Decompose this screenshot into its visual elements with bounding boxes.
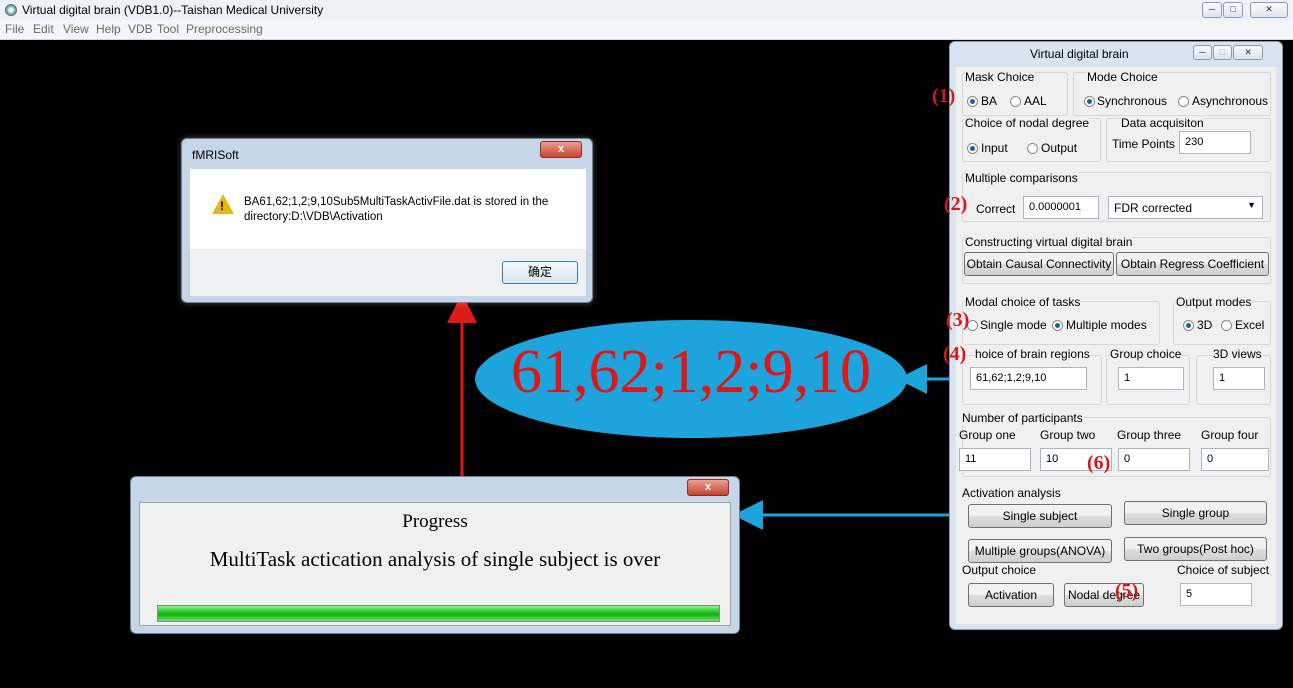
progress-bar-fill (158, 606, 719, 621)
group-one-input[interactable]: 11 (959, 448, 1031, 471)
choice-of-subject-label: Choice of subject (1177, 563, 1270, 577)
progress-message: MultiTask actication analysis of single … (209, 547, 661, 571)
output-excel-label: Excel (1235, 318, 1265, 332)
progress-title: Progress (402, 511, 468, 532)
output-3d-radio[interactable] (1183, 320, 1194, 331)
dialog-body: ! BA61,62;1,2;9,10Sub5MultiTaskActivFile… (190, 169, 586, 249)
data-acquisition-label: Data acquisiton (1121, 116, 1204, 130)
output-modes-label: Output modes (1176, 295, 1252, 309)
group-four-label: Group four (1201, 428, 1259, 442)
nodal-degree-label: Choice of nodal degree (965, 116, 1090, 130)
obtain-regress-coefficient-button[interactable]: Obtain Regress Coefficient (1116, 252, 1269, 276)
dialog-message: BA61,62;1,2;9,10Sub5MultiTaskActivFile.d… (244, 196, 549, 223)
regions-callout: 61,62;1,2;9,10 (475, 320, 907, 438)
mode-asynchronous-label: Asynchronous (1192, 94, 1269, 108)
correction-method-select[interactable]: FDR corrected ▼ (1108, 196, 1263, 219)
mode-synchronous-label: Synchronous (1097, 94, 1168, 108)
regions-callout-text: 61,62;1,2;9,10 (511, 338, 871, 406)
correct-label: Correct (976, 202, 1016, 216)
progress-close-button[interactable]: x (687, 479, 729, 496)
two-groups-posthoc-button[interactable]: Two groups(Post hoc) (1124, 537, 1267, 561)
correct-input[interactable]: 0.0000001 (1023, 196, 1099, 219)
mask-ba-label: BA (981, 94, 998, 108)
nodal-output-label: Output (1041, 141, 1078, 155)
brain-regions-label: hoice of brain regions (975, 347, 1090, 361)
progress-bar (157, 605, 720, 622)
multiple-groups-anova-button[interactable]: Multiple groups(ANOVA) (968, 539, 1112, 563)
mask-aal-label: AAL (1024, 94, 1047, 108)
group-one-label: Group one (959, 428, 1016, 442)
progress-body: Progress MultiTask actication analysis o… (139, 502, 731, 626)
multiple-comparisons-label: Multiple comparisons (965, 171, 1078, 185)
mask-ba-radio[interactable] (967, 96, 978, 107)
group-three-label: Group three (1117, 428, 1182, 442)
mode-asynchronous-radio[interactable] (1178, 96, 1189, 107)
annotation-3: (3) (946, 309, 970, 331)
single-subject-button[interactable]: Single subject (968, 504, 1112, 528)
nodal-output-radio[interactable] (1027, 143, 1038, 154)
annotation-4: (4) (943, 343, 967, 365)
brain-regions-input[interactable]: 61,62;1,2;9,10 (970, 367, 1087, 390)
panel-maximize-button[interactable]: □ (1213, 45, 1232, 60)
activation-button[interactable]: Activation (968, 583, 1054, 607)
modal-tasks-label: Modal choice of tasks (965, 295, 1081, 309)
activation-analysis-label: Activation analysis (962, 486, 1061, 500)
group-four-input[interactable]: 0 (1201, 448, 1269, 471)
group-three-input[interactable]: 0 (1118, 448, 1190, 471)
output-excel-radio[interactable] (1221, 320, 1232, 331)
group-choice-label: Group choice (1110, 347, 1182, 361)
3d-views-label: 3D views (1213, 347, 1262, 361)
panel-minimize-button[interactable]: ─ (1193, 45, 1212, 60)
single-mode-label: Single mode (980, 318, 1047, 332)
nodal-input-radio[interactable] (967, 143, 978, 154)
multiple-modes-radio[interactable] (1052, 320, 1063, 331)
message-dialog: fMRISoft x ! BA61,62;1,2;9,10Sub5MultiTa… (181, 138, 593, 303)
multiple-modes-label: Multiple modes (1066, 318, 1147, 332)
chevron-down-icon: ▼ (1247, 200, 1256, 210)
warning-icon: ! (212, 194, 234, 214)
output-choice-label: Output choice (962, 563, 1037, 577)
group-choice-input[interactable]: 1 (1118, 367, 1184, 390)
time-points-input[interactable]: 230 (1179, 131, 1251, 154)
time-points-label: Time Points (1112, 137, 1175, 151)
mode-synchronous-radio[interactable] (1084, 96, 1095, 107)
dialog-close-button[interactable]: x (540, 141, 582, 158)
vdb-panel: Virtual digital brain ─ □ ✕ Mask Choice … (949, 41, 1283, 630)
single-group-button[interactable]: Single group (1124, 501, 1267, 525)
desktop: Virtual digital brain (VDB1.0)--Taishan … (0, 0, 1293, 688)
mask-aal-radio[interactable] (1010, 96, 1021, 107)
panel-close-button[interactable]: ✕ (1233, 45, 1263, 60)
annotation-6: (6) (1087, 452, 1111, 474)
panel-title: Virtual digital brain (1030, 47, 1129, 61)
correction-method-value: FDR corrected (1114, 201, 1193, 215)
output-3d-label: 3D (1197, 318, 1213, 332)
group-two-label: Group two (1040, 428, 1096, 442)
mode-choice-label: Mode Choice (1087, 70, 1158, 84)
nodal-input-label: Input (981, 141, 1008, 155)
participants-label: Number of participants (962, 411, 1083, 425)
dialog-ok-button[interactable]: 确定 (502, 261, 578, 284)
constructing-label: Constructing virtual digital brain (965, 235, 1133, 249)
dialog-footer: 确定 (190, 249, 586, 296)
mask-choice-label: Mask Choice (965, 70, 1035, 84)
panel-body: Mask Choice BA AAL Mode Choice Synchrono… (956, 67, 1276, 624)
obtain-causal-connectivity-button[interactable]: Obtain Causal Connectivity (964, 252, 1114, 276)
annotation-2: (2) (944, 193, 968, 215)
annotation-5: (5) (1115, 580, 1139, 602)
subject-input[interactable]: 5 (1180, 583, 1252, 606)
annotation-1: (1) (932, 85, 956, 107)
progress-window: x Progress MultiTask actication analysis… (130, 476, 740, 634)
dialog-title: fMRISoft (192, 148, 239, 162)
3d-views-input[interactable]: 1 (1213, 367, 1265, 390)
